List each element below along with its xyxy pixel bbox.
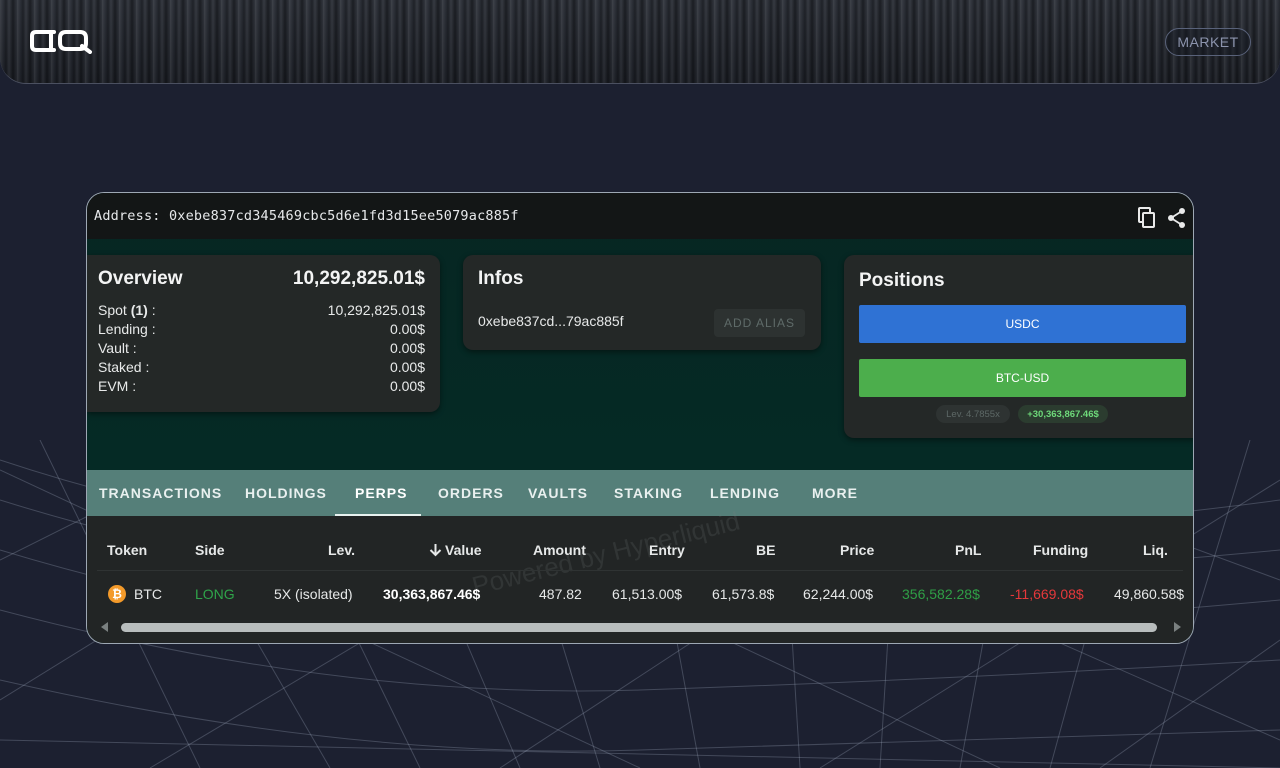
tab-more[interactable]: MORE bbox=[812, 470, 858, 516]
add-alias-button[interactable]: ADD ALIAS bbox=[714, 309, 805, 337]
share-icon[interactable] bbox=[1167, 207, 1187, 229]
cell-price: 62,244.00$ bbox=[803, 586, 874, 602]
positions-title: Positions bbox=[859, 270, 945, 291]
tab-staking[interactable]: STAKING bbox=[614, 470, 683, 516]
col-header-pnl[interactable]: PnL bbox=[955, 542, 981, 558]
scroll-right-icon[interactable] bbox=[1174, 622, 1181, 632]
col-header-value[interactable]: Value bbox=[429, 542, 482, 558]
overview-title: Overview bbox=[98, 268, 183, 289]
tab-orders[interactable]: ORDERS bbox=[438, 470, 504, 516]
cell-amount: 487.82 bbox=[539, 586, 582, 602]
overview-row-lending: Lending :0.00$ bbox=[98, 321, 425, 337]
col-header-side[interactable]: Side bbox=[195, 542, 225, 558]
infos-panel: Infos 0xebe837cd...79ac885f ADD ALIAS bbox=[463, 255, 821, 350]
scroll-left-icon[interactable] bbox=[101, 622, 108, 632]
copy-icon[interactable] bbox=[1137, 207, 1157, 229]
perps-table: Powered by Hyperliquid Token Side Lev. V… bbox=[87, 506, 1193, 643]
tab-perps[interactable]: PERPS bbox=[355, 470, 407, 516]
address-bar: Address: 0xebe837cd345469cbc5d6e1fd3d15e… bbox=[87, 193, 1193, 239]
overview-row-spot: Spot (1) : 10,292,825.01$ bbox=[98, 302, 425, 318]
tab-holdings[interactable]: HOLDINGS bbox=[245, 470, 327, 516]
position-btc-usd-button[interactable]: BTC-USD bbox=[859, 359, 1186, 397]
overview-panel: Overview 10,292,825.01$ Spot (1) : 10,29… bbox=[87, 255, 440, 412]
ciq-logo[interactable] bbox=[30, 28, 104, 54]
col-header-entry[interactable]: Entry bbox=[649, 542, 685, 558]
tab-bar: TRANSACTIONS HOLDINGS PERPS ORDERS VAULT… bbox=[87, 470, 1193, 516]
short-address: 0xebe837cd...79ac885f bbox=[478, 313, 624, 329]
cell-funding: -11,669.08$ bbox=[1010, 586, 1084, 602]
col-header-be[interactable]: BE bbox=[756, 542, 775, 558]
cell-liq: 49,860.58$ bbox=[1114, 586, 1185, 602]
overview-row-staked: Staked :0.00$ bbox=[98, 359, 425, 375]
cell-value: 30,363,867.46$ bbox=[383, 586, 481, 602]
scroll-thumb[interactable] bbox=[121, 623, 1157, 632]
position-usdc-button[interactable]: USDC bbox=[859, 305, 1186, 343]
overview-total: 10,292,825.01$ bbox=[292, 268, 425, 289]
col-header-token[interactable]: Token bbox=[107, 542, 147, 558]
col-header-amount[interactable]: Amount bbox=[533, 542, 586, 558]
tab-transactions[interactable]: TRANSACTIONS bbox=[99, 470, 222, 516]
cell-side: LONG bbox=[195, 586, 235, 602]
leverage-badge: Lev. 4.7855x bbox=[936, 405, 1010, 423]
cell-entry: 61,513.00$ bbox=[612, 586, 683, 602]
cell-be: 61,573.8$ bbox=[712, 586, 775, 602]
cell-lev: 5X (isolated) bbox=[274, 586, 353, 602]
positions-panel: Positions USDC BTC-USD Lev. 4.7855x +30,… bbox=[844, 255, 1193, 438]
overview-row-vault: Vault :0.00$ bbox=[98, 340, 425, 356]
address-text: Address: 0xebe837cd345469cbc5d6e1fd3d15e… bbox=[94, 208, 519, 224]
infos-title: Infos bbox=[478, 268, 524, 289]
col-header-lev[interactable]: Lev. bbox=[328, 542, 355, 558]
cell-pnl: 356,582.28$ bbox=[902, 586, 980, 602]
top-header: MARKET bbox=[0, 0, 1280, 84]
col-header-liq[interactable]: Liq. bbox=[1143, 542, 1168, 558]
arrow-down-icon bbox=[429, 544, 442, 557]
tab-lending[interactable]: LENDING bbox=[710, 470, 780, 516]
pnl-badge: +30,363,867.46$ bbox=[1018, 405, 1108, 423]
market-button[interactable]: MARKET bbox=[1165, 28, 1251, 56]
btc-coin-icon: ₿ bbox=[108, 585, 126, 603]
watermark: Powered by Hyperliquid bbox=[469, 505, 743, 602]
tab-vaults[interactable]: VAULTS bbox=[528, 470, 588, 516]
overview-row-evm: EVM :0.00$ bbox=[98, 378, 425, 394]
col-header-funding[interactable]: Funding bbox=[1033, 542, 1088, 558]
wallet-card: Address: 0xebe837cd345469cbc5d6e1fd3d15e… bbox=[86, 192, 1194, 644]
cell-token: BTC bbox=[134, 586, 162, 602]
horizontal-scrollbar[interactable] bbox=[97, 620, 1183, 634]
col-header-price[interactable]: Price bbox=[840, 542, 874, 558]
header-divider bbox=[97, 570, 1183, 571]
